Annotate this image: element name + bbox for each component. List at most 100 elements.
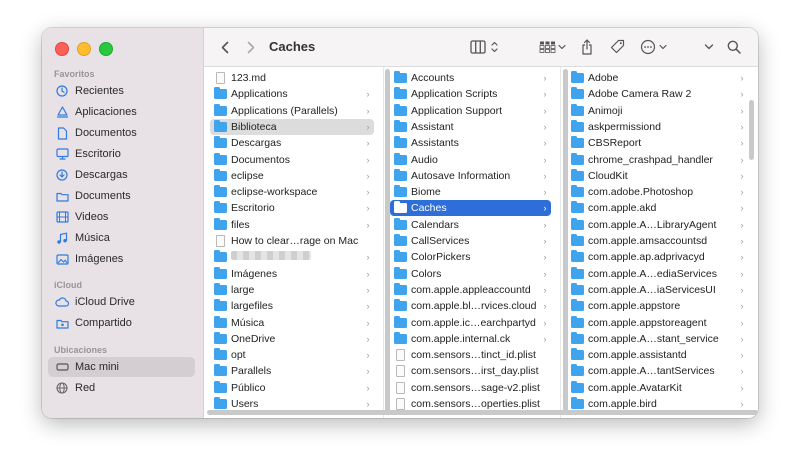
folder-row[interactable]: large › [210,282,374,298]
group-button[interactable] [539,37,567,57]
folder-row[interactable]: com.apple.appstoreagent › [567,315,748,331]
folder-row[interactable]: Audio › [390,152,551,168]
row-label: com.apple.assistantd [588,349,687,362]
folder-row[interactable]: opt › [210,347,374,363]
sidebar-item-imagenes[interactable]: Imágenes [48,249,195,269]
folder-row[interactable]: com.apple.A…iaServicesUI › [567,282,748,298]
folder-row[interactable]: Documentos › [210,152,374,168]
more-actions-button[interactable] [640,37,670,57]
sidebar-item-descargas[interactable]: Descargas [48,165,195,185]
folder-row[interactable]: Música › [210,315,374,331]
folder-row[interactable]: com.apple.amsaccountsd › [567,233,748,249]
folder-row[interactable]: Application Scripts › [390,86,551,102]
folder-row[interactable]: Adobe › [567,70,748,86]
folder-row[interactable]: files › [210,217,374,233]
folder-row[interactable]: OneDrive › [210,331,374,347]
folder-row[interactable]: Biblioteca › [210,118,374,135]
folder-row[interactable]: askpermissiond › [567,119,748,135]
folder-row[interactable]: › [210,249,374,265]
file-row[interactable]: com.sensors…tinct_id.plist [390,347,551,363]
folder-row[interactable]: Imágenes › [210,266,374,282]
column-1-scrollbar[interactable] [385,69,390,414]
folder-row[interactable]: Calendars › [390,217,551,233]
toolbar-overflow-button[interactable] [702,37,716,57]
horizontal-scrollbar[interactable] [207,410,758,415]
sidebar-item-aplicaciones[interactable]: Aplicaciones [48,102,195,122]
row-label: com.apple.A…iaServicesUI [588,283,716,296]
file-row[interactable]: How to clear…rage on Mac [210,233,374,249]
folder-icon [571,266,584,280]
folder-row[interactable]: com.apple.AvatarKit › [567,380,748,396]
search-button[interactable] [726,37,742,57]
folder-row[interactable]: Applications (Parallels) › [210,103,374,119]
folder-row[interactable]: com.apple.appleaccountd › [390,282,551,298]
folder-row[interactable]: com.apple.ic…earchpartyd › [390,315,551,331]
folder-row[interactable]: CallServices › [390,233,551,249]
minimize-window-button[interactable] [77,42,91,56]
folder-row[interactable]: eclipse › [210,168,374,184]
folder-row[interactable]: com.apple.A…LibraryAgent › [567,217,748,233]
sidebar-item-mac-mini[interactable]: Mac mini [48,357,195,377]
folder-row[interactable]: com.apple.A…tantServices › [567,363,748,379]
file-row[interactable]: com.sensors…sage-v2.plist [390,380,551,396]
folder-row[interactable]: Autosave Information › [390,168,551,184]
sidebar-item-icloud-drive[interactable]: iCloud Drive [48,292,195,312]
folder-icon [571,136,584,149]
zoom-window-button[interactable] [99,42,113,56]
share-button[interactable] [580,37,594,57]
sidebar-item-escritorio[interactable]: Escritorio [48,144,195,164]
folder-row[interactable]: eclipse-workspace › [210,184,374,200]
folder-row[interactable]: com.apple.ap.adprivacyd › [567,249,748,265]
folder-row[interactable]: Assistant › [390,119,551,135]
folder-row[interactable]: com.apple.A…stant_service › [567,331,748,347]
folder-row[interactable]: Parallels › [210,363,374,379]
folder-row[interactable]: com.apple.bl…rvices.cloud › [390,298,551,314]
file-row[interactable]: com.sensors…irst_day.plist [390,363,551,379]
folder-row[interactable]: Adobe Camera Raw 2 › [567,86,748,102]
folder-row[interactable]: com.apple.assistantd › [567,347,748,363]
folder-row[interactable]: ColorPickers › [390,249,551,265]
back-button[interactable] [218,37,232,57]
chevron-right-icon: › [740,187,744,198]
tag-button[interactable] [609,37,627,57]
folder-row[interactable]: Escritorio › [210,200,374,216]
folder-row[interactable]: CloudKit › [567,168,748,184]
forward-button[interactable] [244,37,258,57]
folder-row[interactable]: com.apple.akd › [567,200,748,216]
folder-row[interactable]: com.apple.internal.ck › [390,331,551,347]
file-row[interactable]: 123.md [210,70,374,86]
sidebar-item-documentos[interactable]: Documentos [48,123,195,143]
folder-icon [571,397,584,410]
sidebar-item-compartido[interactable]: Compartido [48,313,195,333]
folder-row[interactable]: com.adobe.Photoshop › [567,184,748,200]
sidebar-item-recientes[interactable]: Recientes [48,81,195,101]
folder-row[interactable]: Accounts › [390,70,551,86]
folder-row[interactable]: Descargas › [210,135,374,151]
column-2-scrollbar[interactable] [563,69,568,414]
folder-row[interactable]: Applications › [210,86,374,102]
folder-row[interactable]: Application Support › [390,103,551,119]
folder-row[interactable]: Biome › [390,184,551,200]
sidebar-item-videos[interactable]: Videos [48,207,195,227]
sidebar-item-documents[interactable]: Documents [48,186,195,206]
folder-row[interactable]: Animoji › [567,103,748,119]
column-3-scrollbar[interactable] [749,100,754,160]
close-window-button[interactable] [55,42,69,56]
row-label: com.apple.akd [588,202,657,215]
chevron-right-icon: › [543,268,547,279]
folder-row[interactable]: CBSReport › [567,135,748,151]
desktop-icon [55,147,69,161]
view-columns-button[interactable] [470,37,500,57]
row-label: com.apple.amsaccountsd [588,235,708,247]
folder-row[interactable]: com.apple.A…ediaServices › [567,266,748,282]
folder-icon [394,103,407,117]
folder-row[interactable]: largefiles › [210,298,374,314]
folder-row[interactable]: Caches › [390,200,551,217]
folder-row[interactable]: Colors › [390,266,551,282]
folder-row[interactable]: Assistants › [390,135,551,151]
folder-row[interactable]: com.apple.appstore › [567,298,748,314]
sidebar-item-musica[interactable]: Música [48,228,195,248]
folder-row[interactable]: Público › [210,380,374,396]
sidebar-item-red[interactable]: Red [48,378,195,398]
folder-row[interactable]: chrome_crashpad_handler › [567,152,748,168]
